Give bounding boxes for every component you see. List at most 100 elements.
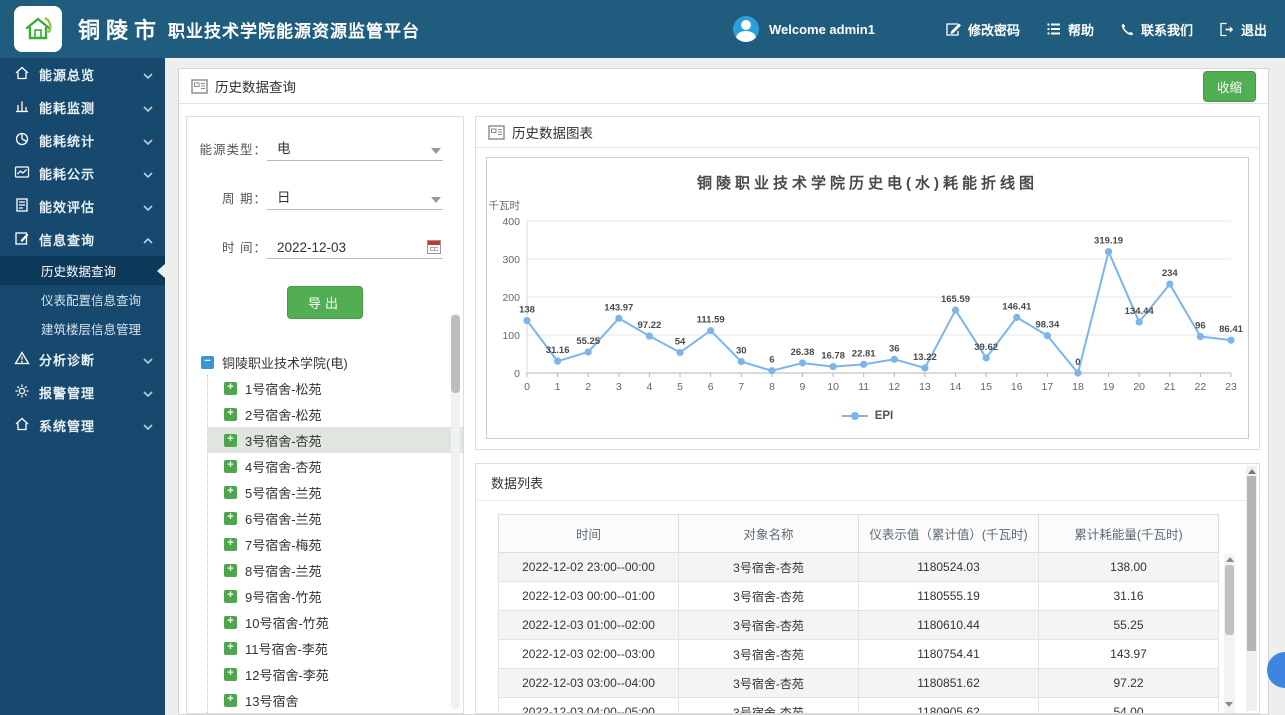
chart-legend[interactable]: EPI bbox=[487, 410, 1248, 422]
tree-item-11号宿舍-李苑[interactable]: +11号宿舍-李苑 bbox=[208, 635, 463, 661]
line-chart-icon bbox=[14, 164, 30, 183]
scroll-up-icon[interactable] bbox=[1225, 557, 1234, 562]
table-row[interactable]: 2022-12-03 04:00--05:00 3号宿舍-杏苑 1180905.62… bbox=[498, 697, 1219, 713]
tree-item-10号宿舍-竹苑[interactable]: +10号宿舍-竹苑 bbox=[208, 609, 463, 635]
sidebar-item-分析诊断[interactable]: 分析诊断 bbox=[0, 343, 165, 376]
sidebar: 能源总览 能耗监测 能耗统计 能耗公示 能效评估 信息查询 历史数据查询仪表配置信息查询建筑… bbox=[0, 58, 165, 715]
table-row[interactable]: 2022-12-03 03:00--04:00 3号宿舍-杏苑 1180851.62… bbox=[498, 668, 1219, 698]
tree-item-14号宿舍[interactable]: +14号宿舍 bbox=[208, 713, 463, 714]
sidebar-subitem-仪表配置信息查询[interactable]: 仪表配置信息查询 bbox=[0, 285, 165, 314]
scroll-down-icon[interactable] bbox=[1225, 702, 1233, 707]
table-scrollbar[interactable] bbox=[1224, 554, 1235, 713]
table-scrollbar-thumb[interactable] bbox=[1225, 565, 1234, 635]
tree-item-1号宿舍-松苑[interactable]: +1号宿舍-松苑 bbox=[208, 375, 463, 401]
tree-item-label: 6号宿舍-兰苑 bbox=[245, 511, 322, 527]
legend-marker-icon bbox=[841, 412, 868, 420]
sidebar-item-能耗公示[interactable]: 能耗公示 bbox=[0, 157, 165, 190]
scroll-up-icon[interactable] bbox=[1247, 469, 1256, 474]
table-row[interactable]: 2022-12-02 23:00--00:00 3号宿舍-杏苑 1180524.03… bbox=[498, 552, 1219, 582]
sidebar-subitem-历史数据查询[interactable]: 历史数据查询 bbox=[0, 256, 165, 285]
chevron-down-icon bbox=[143, 418, 153, 433]
period-select[interactable]: 日 bbox=[267, 188, 443, 210]
sidebar-item-系统管理[interactable]: 系统管理 bbox=[0, 409, 165, 442]
calendar-icon[interactable] bbox=[427, 240, 441, 254]
tree-scrollbar[interactable] bbox=[451, 313, 460, 709]
tree-item-12号宿舍-李苑[interactable]: +12号宿舍-李苑 bbox=[208, 661, 463, 687]
table-row[interactable]: 2022-12-03 00:00--01:00 3号宿舍-杏苑 1180555.19… bbox=[498, 581, 1219, 611]
svg-text:2: 2 bbox=[585, 381, 591, 393]
tree-item-6号宿舍-兰苑[interactable]: +6号宿舍-兰苑 bbox=[208, 505, 463, 531]
svg-text:18: 18 bbox=[1072, 381, 1084, 393]
sidebar-subitem-建筑楼层信息管理[interactable]: 建筑楼层信息管理 bbox=[0, 314, 165, 343]
collapse-minus-icon[interactable]: − bbox=[201, 355, 214, 369]
tree-item-label: 1号宿舍-松苑 bbox=[245, 381, 322, 397]
expand-plus-icon[interactable]: + bbox=[224, 485, 237, 499]
logout-icon bbox=[1219, 22, 1235, 37]
brand-city: 铜陵市 bbox=[78, 18, 163, 43]
sidebar-item-能源总览[interactable]: 能源总览 bbox=[0, 58, 165, 91]
expand-plus-icon[interactable]: + bbox=[224, 641, 237, 655]
tree-item-label: 9号宿舍-竹苑 bbox=[245, 589, 322, 605]
tree-item-8号宿舍-兰苑[interactable]: +8号宿舍-兰苑 bbox=[208, 557, 463, 583]
energy-type-label: 能源类型： bbox=[199, 143, 267, 157]
header-action-帮助[interactable]: 帮助 bbox=[1046, 20, 1094, 39]
header-action-联系我们[interactable]: 联系我们 bbox=[1120, 20, 1193, 39]
expand-plus-icon[interactable]: + bbox=[224, 537, 237, 551]
table-row[interactable]: 2022-12-03 01:00--02:00 3号宿舍-杏苑 1180610.44… bbox=[498, 610, 1219, 640]
table-cell: 1180555.19 bbox=[858, 581, 1039, 611]
svg-text:31.16: 31.16 bbox=[546, 345, 570, 356]
expand-plus-icon[interactable]: + bbox=[224, 433, 237, 447]
expand-plus-icon[interactable]: + bbox=[224, 589, 237, 603]
header-action-修改密码[interactable]: 修改密码 bbox=[945, 20, 1020, 39]
table-cell: 1180610.44 bbox=[858, 610, 1039, 640]
svg-text:97.22: 97.22 bbox=[638, 320, 662, 331]
expand-plus-icon[interactable]: + bbox=[224, 693, 237, 707]
sidebar-item-能效评估[interactable]: 能效评估 bbox=[0, 190, 165, 223]
sidebar-item-能耗统计[interactable]: 能耗统计 bbox=[0, 124, 165, 157]
expand-plus-icon[interactable]: + bbox=[224, 459, 237, 473]
data-table-body: 2022-12-02 23:00--00:00 3号宿舍-杏苑 1180524.03… bbox=[498, 552, 1219, 713]
expand-plus-icon[interactable]: + bbox=[224, 511, 237, 525]
expand-plus-icon[interactable]: + bbox=[224, 381, 237, 395]
svg-text:13.22: 13.22 bbox=[913, 352, 937, 363]
chevron-down-icon bbox=[143, 67, 153, 82]
collapse-button[interactable]: 收缩 bbox=[1202, 70, 1256, 102]
tree-item-9号宿舍-竹苑[interactable]: +9号宿舍-竹苑 bbox=[208, 583, 463, 609]
expand-plus-icon[interactable]: + bbox=[224, 407, 237, 421]
tree-root-node[interactable]: − 铜陵职业技术学院(电) bbox=[201, 349, 463, 375]
sidebar-item-信息查询[interactable]: 信息查询 bbox=[0, 223, 165, 256]
header-action-退出[interactable]: 退出 bbox=[1219, 20, 1267, 39]
table-row[interactable]: 2022-12-03 02:00--03:00 3号宿舍-杏苑 1180754.41… bbox=[498, 639, 1219, 669]
tree-item-3号宿舍-杏苑[interactable]: +3号宿舍-杏苑 bbox=[208, 427, 463, 453]
svg-text:6: 6 bbox=[769, 355, 774, 366]
date-value: 2022-12-03 bbox=[277, 240, 347, 255]
expand-plus-icon[interactable]: + bbox=[224, 667, 237, 681]
table-column-header: 对象名称 bbox=[678, 514, 859, 553]
building-tree: − 铜陵职业技术学院(电) +1号宿舍-松苑 +2号宿舍-松苑 +3号宿舍-杏苑 +4… bbox=[187, 349, 463, 714]
export-button[interactable]: 导出 bbox=[286, 286, 363, 319]
tree-item-4号宿舍-杏苑[interactable]: +4号宿舍-杏苑 bbox=[208, 453, 463, 479]
tree-item-label: 12号宿舍-李苑 bbox=[245, 667, 329, 683]
tree-item-label: 5号宿舍-兰苑 bbox=[245, 485, 322, 501]
sidebar-item-能耗监测[interactable]: 能耗监测 bbox=[0, 91, 165, 124]
svg-text:138: 138 bbox=[519, 305, 535, 316]
tree-item-7号宿舍-梅苑[interactable]: +7号宿舍-梅苑 bbox=[208, 531, 463, 557]
svg-text:200: 200 bbox=[502, 292, 520, 304]
tree-item-13号宿舍[interactable]: +13号宿舍 bbox=[208, 687, 463, 713]
table-cell: 2022-12-03 00:00--01:00 bbox=[498, 581, 679, 611]
tree-item-5号宿舍-兰苑[interactable]: +5号宿舍-兰苑 bbox=[208, 479, 463, 505]
panel-scrollbar-thumb[interactable] bbox=[1247, 476, 1256, 651]
tree-item-2号宿舍-松苑[interactable]: +2号宿舍-松苑 bbox=[208, 401, 463, 427]
table-cell: 3号宿舍-杏苑 bbox=[678, 639, 859, 669]
sidebar-item-报警管理[interactable]: 报警管理 bbox=[0, 376, 165, 409]
panel-scrollbar[interactable] bbox=[1246, 466, 1257, 711]
date-input[interactable]: 2022-12-03 bbox=[267, 237, 443, 259]
expand-plus-icon[interactable]: + bbox=[224, 563, 237, 577]
svg-text:100: 100 bbox=[502, 330, 520, 342]
svg-text:千瓦时: 千瓦时 bbox=[489, 200, 521, 212]
tree-scrollbar-thumb[interactable] bbox=[451, 315, 460, 393]
sidebar-subitem-label: 仪表配置信息查询 bbox=[41, 294, 142, 308]
expand-plus-icon[interactable]: + bbox=[224, 615, 237, 629]
energy-type-select[interactable]: 电 bbox=[267, 139, 443, 161]
bar-chart-icon bbox=[14, 98, 30, 117]
